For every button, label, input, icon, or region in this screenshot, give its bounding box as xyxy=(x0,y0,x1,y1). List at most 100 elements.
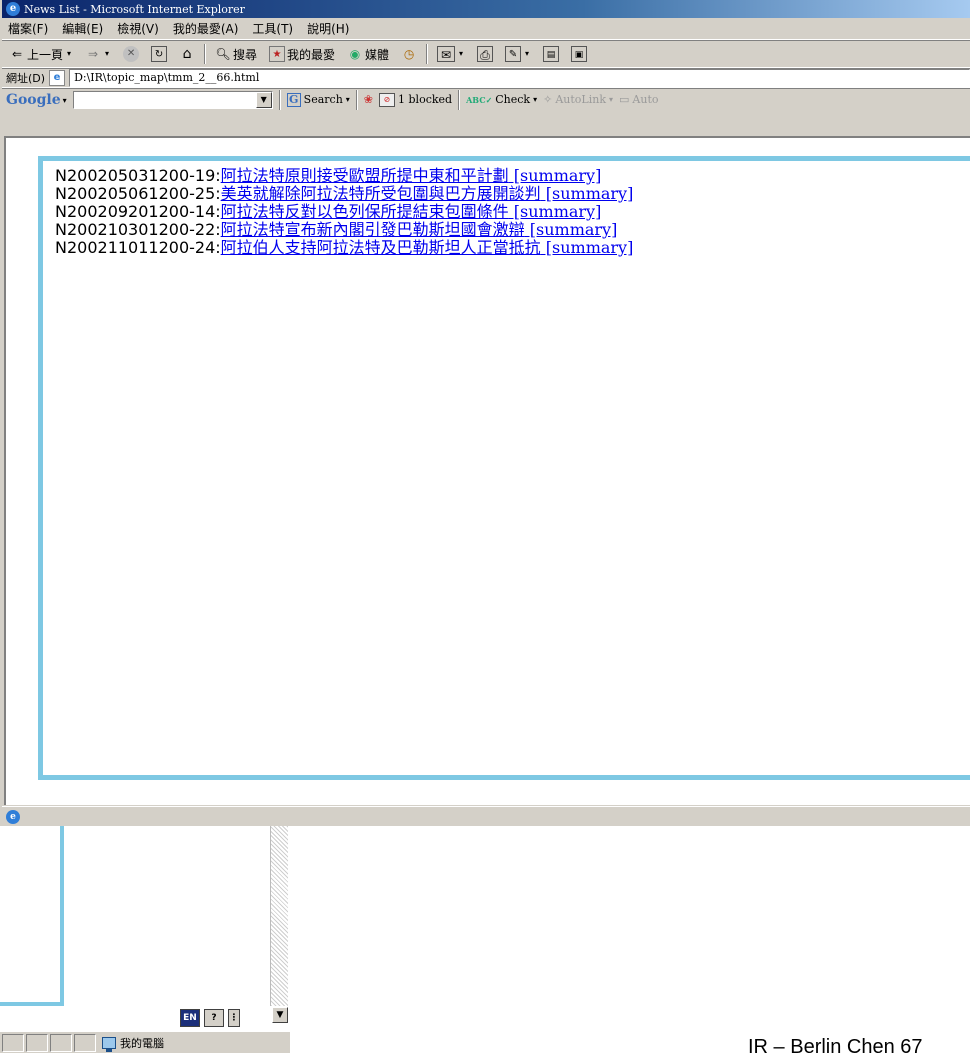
refresh-icon: ↻ xyxy=(151,46,168,62)
google-logo-button[interactable]: Google ▾ xyxy=(6,92,67,108)
menu-help[interactable]: 說明(H) xyxy=(307,20,349,37)
language-indicator[interactable]: EN xyxy=(180,1009,200,1027)
messenger-button[interactable]: ▣ xyxy=(568,43,590,65)
scroll-down-button[interactable]: ▼ xyxy=(272,1007,288,1023)
toolbar-separator xyxy=(355,89,358,110)
spell-check-button[interactable]: ABC✓ Check ▾ xyxy=(466,93,537,106)
news-title-link[interactable]: 阿拉法特宣布新內閣引發巴勒斯坦國會激辯 [summary] xyxy=(221,220,618,239)
discuss-button[interactable]: ▤ xyxy=(540,43,562,65)
autofill-icon: ▭ xyxy=(619,93,630,106)
popup-blocker-icon: ⊘ xyxy=(379,92,396,107)
autolink-icon: ✧ xyxy=(543,93,553,106)
news-list: N200205031200-19:阿拉法特原則接受歐盟所提中東和平計劃 [sum… xyxy=(55,167,633,257)
status-cell xyxy=(2,1033,24,1052)
favorites-icon: ★ xyxy=(269,46,286,62)
address-input[interactable]: D:\IR\topic_map\tmm_2__66.html xyxy=(69,69,970,87)
print-button[interactable]: ⎙ xyxy=(474,43,496,65)
messenger-icon: ▣ xyxy=(571,46,588,62)
news-title: 阿拉伯人支持阿拉法特及巴勒斯坦人正當抵抗 xyxy=(220,238,541,257)
dropdown-arrow-icon[interactable]: ▼ xyxy=(255,91,272,108)
menu-edit[interactable]: 編輯(E) xyxy=(62,20,103,37)
menu-tools[interactable]: 工具(T) xyxy=(252,20,293,37)
window-title: News List - Microsoft Internet Explorer xyxy=(24,2,245,16)
google-search-input[interactable]: ▼ xyxy=(72,90,273,109)
news-frame: N200205031200-19:阿拉法特原則接受歐盟所提中東和平計劃 [sum… xyxy=(38,156,970,780)
menu-view[interactable]: 檢視(V) xyxy=(117,20,159,37)
google-toolbar: Google ▾ ▼ G Search ▾ ❀ ⊘ 1 blocked ABC✓… xyxy=(2,88,970,110)
tray-options-button[interactable]: ⋮ xyxy=(228,1009,240,1027)
computer-icon xyxy=(102,1036,116,1052)
summary-link: [summary] xyxy=(540,238,634,257)
search-icon: 🔍︎ xyxy=(215,47,231,61)
news-item: N200211011200-24:阿拉伯人支持阿拉法特及巴勒斯坦人正當抵抗 [s… xyxy=(55,239,633,257)
history-icon: ◷ xyxy=(403,47,415,61)
home-button[interactable]: ⌂ xyxy=(176,43,198,65)
news-id: N200205031200-19: xyxy=(55,166,221,185)
favorites-label: 我的最愛 xyxy=(287,47,336,62)
mail-icon: ✉ xyxy=(437,46,456,62)
background-scrollbar-track[interactable] xyxy=(270,826,288,1006)
language-tray: EN ? ⋮ xyxy=(180,1008,260,1028)
popup-blocker-button[interactable]: ⊘ 1 blocked xyxy=(379,92,452,107)
refresh-button[interactable]: ↻ xyxy=(148,43,170,65)
chevron-down-icon: ▾ xyxy=(67,49,72,58)
google-search-label: Search xyxy=(303,93,343,106)
autolink-button[interactable]: ✧ AutoLink ▾ xyxy=(543,93,613,106)
autofill-button[interactable]: ▭ Auto xyxy=(619,93,658,106)
status-cell xyxy=(74,1033,96,1052)
search-button[interactable]: 🔍︎ 搜尋 xyxy=(212,43,260,65)
stop-button[interactable]: ✕ xyxy=(120,43,142,65)
back-button[interactable]: ⇐ 上一頁 ▾ xyxy=(6,43,76,65)
chevron-down-icon: ▾ xyxy=(62,94,67,105)
news-id: N200211011200-24: xyxy=(55,238,221,257)
spell-check-icon: ABC✓ xyxy=(466,94,493,105)
forward-button[interactable]: ⇒ ▾ xyxy=(82,43,114,65)
news-title-link[interactable]: 美英就解除阿拉法特所受包圍與巴方展開談判 [summary] xyxy=(221,184,634,203)
news-item: N200209201200-14:阿拉法特反對以色列保所提結束包圍條件 [sum… xyxy=(55,203,633,221)
autolink-label: AutoLink xyxy=(555,93,606,106)
slide-footer: IR – Berlin Chen 67 xyxy=(748,1036,923,1053)
media-button[interactable]: ◉ 媒體 xyxy=(344,43,392,65)
google-logo: Google xyxy=(6,91,61,108)
document-icon: ▤ xyxy=(543,46,560,62)
chevron-down-icon: ▾ xyxy=(345,95,350,104)
address-label: 網址(D) xyxy=(6,72,46,85)
title-bar[interactable]: e News List - Microsoft Internet Explore… xyxy=(2,0,970,18)
news-title-link[interactable]: 阿拉法特原則接受歐盟所提中東和平計劃 [summary] xyxy=(221,166,602,185)
edit-button[interactable]: ✎ ▾ xyxy=(502,43,534,65)
back-label: 上一頁 xyxy=(27,47,64,62)
news-title-link[interactable]: 阿拉法特反對以色列保所提結束包圍條件 [summary] xyxy=(221,202,602,221)
check-label: Check xyxy=(495,93,531,106)
home-icon: ⌂ xyxy=(182,46,192,62)
status-cell xyxy=(26,1033,48,1052)
background-status-bar: 我的電腦 xyxy=(0,1031,290,1053)
summary-link: [summary] xyxy=(508,202,602,221)
status-cell xyxy=(50,1033,72,1052)
mail-button[interactable]: ✉ ▾ xyxy=(434,43,468,65)
menu-favorites[interactable]: 我的最愛(A) xyxy=(173,20,239,37)
news-title: 阿拉法特宣布新內閣引發巴勒斯坦國會激辯 xyxy=(220,220,525,239)
news-title: 阿拉法特原則接受歐盟所提中東和平計劃 xyxy=(220,166,509,185)
media-label: 媒體 xyxy=(365,47,390,62)
menu-bar: 檔案(F) 編輯(E) 檢視(V) 我的最愛(A) 工具(T) 說明(H) xyxy=(2,18,970,40)
ie-logo-icon: e xyxy=(6,2,20,16)
favorites-button[interactable]: ★ 我的最愛 xyxy=(266,43,338,65)
summary-link: [summary] xyxy=(508,166,602,185)
menu-file[interactable]: 檔案(F) xyxy=(8,20,48,37)
chevron-down-icon: ▾ xyxy=(459,49,464,58)
pagerank-button[interactable]: ❀ xyxy=(364,93,373,106)
help-button[interactable]: ? xyxy=(204,1009,224,1027)
search-label: 搜尋 xyxy=(233,47,258,62)
news-id: N200205061200-25: xyxy=(55,184,221,203)
news-id: N200210301200-22: xyxy=(55,220,221,239)
history-button[interactable]: ◷ xyxy=(398,43,420,65)
stop-icon: ✕ xyxy=(123,46,140,62)
my-computer-zone: 我的電腦 xyxy=(102,1035,164,1052)
background-frame-border xyxy=(60,826,64,1006)
chevron-down-icon: ▾ xyxy=(105,49,110,58)
page-icon: e xyxy=(49,70,66,86)
my-computer-label: 我的電腦 xyxy=(120,1036,164,1050)
google-search-icon: G xyxy=(286,92,301,107)
google-search-button[interactable]: G Search ▾ xyxy=(286,92,350,107)
news-title-link[interactable]: 阿拉伯人支持阿拉法特及巴勒斯坦人正當抵抗 [summary] xyxy=(221,238,634,257)
